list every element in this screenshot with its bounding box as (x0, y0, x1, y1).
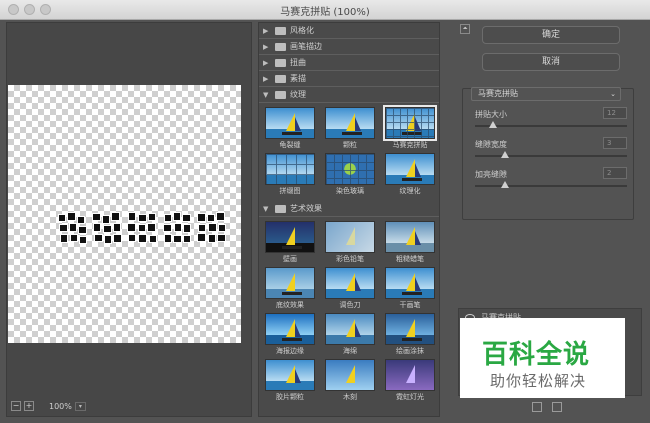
preview-panel: − + 100% ▾ (6, 22, 252, 417)
trash-icon[interactable] (552, 402, 562, 412)
filter-thumb-patchwork[interactable]: 拼缀图 (265, 153, 315, 197)
category-brush-strokes[interactable]: ▶ 画笔描边 (259, 39, 439, 55)
filter-thumb-grain[interactable]: 颗粒 (325, 107, 375, 151)
collapse-arrow-icon: ▼ (263, 90, 269, 99)
zoom-dropdown-button[interactable]: ▾ (74, 401, 86, 411)
preview-canvas[interactable] (8, 85, 241, 343)
category-label: 画笔描边 (290, 42, 322, 51)
folder-open-icon (275, 90, 286, 99)
category-artistic[interactable]: ▼ 艺术效果 (259, 201, 439, 217)
zoom-in-button[interactable]: + (24, 401, 34, 411)
category-stylize[interactable]: ▶ 风格化 (259, 23, 439, 39)
new-layer-icon[interactable] (532, 402, 542, 412)
param-slider-track[interactable] (475, 125, 627, 127)
slider-knob[interactable] (489, 121, 498, 128)
param-grout-width: 缝隙宽度 3 (475, 137, 627, 158)
expand-arrow-icon: ▶ (263, 74, 269, 83)
folder-icon (275, 26, 286, 35)
window-title: 马赛克拼贴 (100%) (280, 7, 370, 18)
mosaic-preview-text (56, 210, 229, 246)
chevron-down-icon: ⌄ (610, 90, 616, 98)
param-value-input[interactable]: 3 (603, 137, 627, 149)
zoom-bar: − + 100% ▾ (11, 400, 86, 412)
param-value-input[interactable]: 12 (603, 107, 627, 119)
filter-settings: 马赛克拼贴 ⌄ 拼贴大小 12 缝隙宽度 3 加亮缝隙 2 (462, 87, 634, 220)
param-slider-track[interactable] (475, 155, 627, 157)
filter-thumb-rough-pastels[interactable]: 粗糙蜡笔 (385, 221, 435, 265)
title-bar: 马赛克拼贴 (100%) (0, 0, 650, 20)
collapse-arrow-icon: ▼ (263, 204, 269, 213)
filter-thumb-texturizer[interactable]: 纹理化 (385, 153, 435, 197)
watermark-logo: 百科全说 助你轻松解决 (460, 318, 625, 398)
filter-thumb-colored-pencil[interactable]: 彩色铅笔 (325, 221, 375, 265)
category-label: 扭曲 (290, 58, 306, 67)
filter-thumb-sponge[interactable]: 海绵 (325, 313, 375, 357)
filter-thumb-stained-glass[interactable]: 染色玻璃 (325, 153, 375, 197)
expand-arrow-icon: ▶ (263, 42, 269, 51)
filter-thumb-dry-brush[interactable]: 干画笔 (385, 267, 435, 311)
filter-thumb-cutout[interactable]: 木刻 (325, 359, 375, 403)
artistic-thumbnails: 壁画 彩色铅笔 粗糙蜡笔 底纹效果 调色刀 干画笔 海报边缘 海绵 绘画涂抹 胶… (259, 217, 439, 407)
zoom-level: 100% (49, 401, 72, 411)
filter-thumb-film-grain[interactable]: 胶片颗粒 (265, 359, 315, 403)
slider-knob[interactable] (501, 181, 510, 188)
filter-thumb-smudge-stick[interactable]: 绘画涂抹 (385, 313, 435, 357)
zoom-out-button[interactable]: − (11, 401, 21, 411)
filter-thumb-fresco[interactable]: 壁画 (265, 221, 315, 265)
folder-open-icon (275, 204, 286, 213)
filter-thumb-mosaic-tiles[interactable]: 马赛克拼贴 (383, 105, 437, 151)
filter-thumb-poster-edges[interactable]: 海报边缘 (265, 313, 315, 357)
param-lighten-grout: 加亮缝隙 2 (475, 167, 627, 188)
filter-select-value: 马赛克拼贴 (478, 89, 518, 98)
param-slider-track[interactable] (475, 185, 627, 187)
folder-icon (275, 42, 286, 51)
expand-arrow-icon: ▶ (263, 58, 269, 67)
category-texture[interactable]: ▼ 纹理 (259, 87, 439, 103)
param-tile-size: 拼贴大小 12 (475, 107, 627, 128)
filter-gallery: ▶ 风格化 ▶ 画笔描边 ▶ 扭曲 ▶ 素描 ▼ 纹理 龟裂缝 颗粒 马赛克拼贴… (258, 22, 440, 417)
texture-thumbnails: 龟裂缝 颗粒 马赛克拼贴 拼缀图 染色玻璃 纹理化 (259, 103, 439, 201)
slider-knob[interactable] (501, 151, 510, 158)
category-label: 艺术效果 (290, 204, 322, 213)
category-sketch[interactable]: ▶ 素描 (259, 71, 439, 87)
watermark-title: 百科全说 (482, 340, 591, 370)
category-distort[interactable]: ▶ 扭曲 (259, 55, 439, 71)
category-label: 纹理 (290, 90, 306, 99)
filter-thumb-underpainting[interactable]: 底纹效果 (265, 267, 315, 311)
collapse-gallery-button[interactable]: ⏶ (460, 24, 470, 34)
filter-thumb-neon-glow[interactable]: 霓虹灯光 (385, 359, 435, 403)
filter-thumb-craquelure[interactable]: 龟裂缝 (265, 107, 315, 151)
cancel-button[interactable]: 取消 (482, 53, 620, 71)
param-value-input[interactable]: 2 (603, 167, 627, 179)
category-label: 风格化 (290, 26, 314, 35)
expand-arrow-icon: ▶ (263, 26, 269, 35)
watermark-subtitle: 助你轻松解决 (490, 372, 587, 390)
ok-button[interactable]: 确定 (482, 26, 620, 44)
folder-icon (275, 74, 286, 83)
layer-actions (532, 402, 562, 412)
filter-thumb-palette-knife[interactable]: 调色刀 (325, 267, 375, 311)
filter-select[interactable]: 马赛克拼贴 ⌄ (471, 87, 621, 101)
folder-icon (275, 58, 286, 67)
category-label: 素描 (290, 74, 306, 83)
